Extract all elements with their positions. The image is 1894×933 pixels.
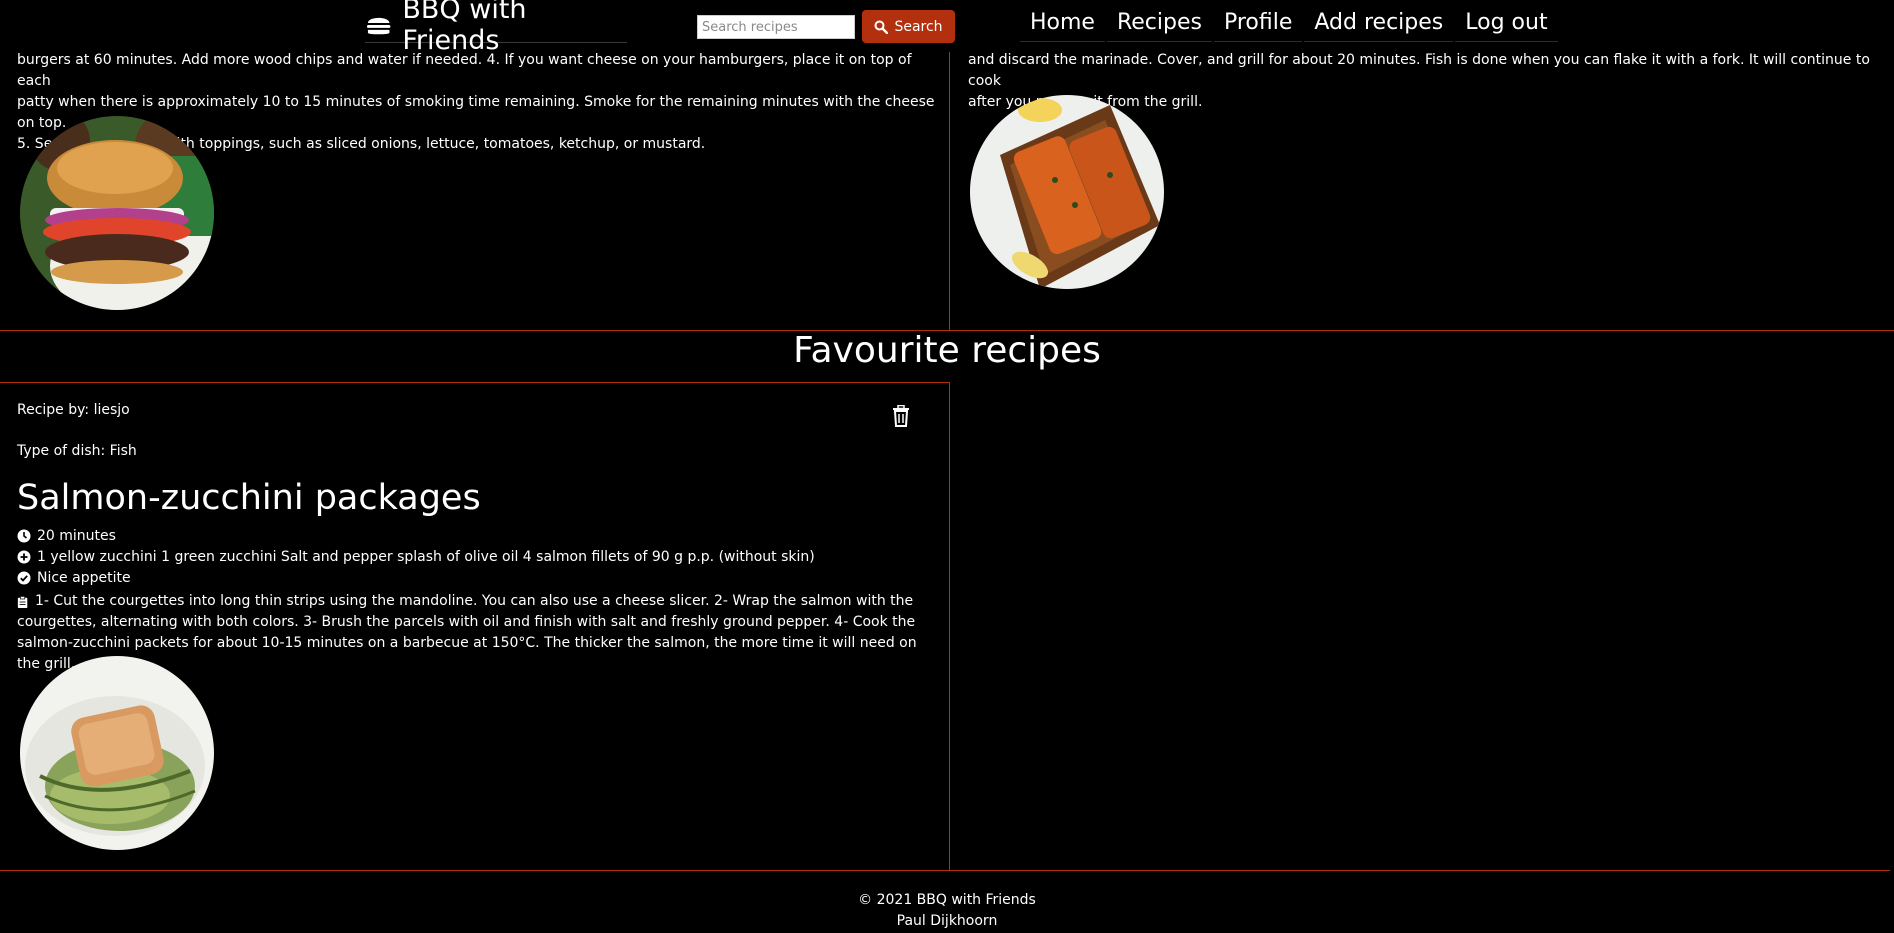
fav-card-right-border: [949, 382, 950, 871]
recipe-ingredients: 1 yellow zucchini 1 green zucchini Salt …: [17, 549, 815, 565]
search-button-label: Search: [894, 18, 943, 35]
clock-icon: [17, 529, 31, 543]
brand-link[interactable]: BBQ with Friends: [365, 0, 627, 56]
fav-card-bottom-border: [0, 870, 1890, 871]
burger-icon: [366, 17, 391, 35]
recipe-title: Salmon-zucchini packages: [17, 478, 481, 518]
brand-title: BBQ with Friends: [402, 0, 527, 56]
clipboard-icon: [17, 595, 28, 608]
nav-recipes[interactable]: Recipes: [1106, 8, 1212, 42]
footer-copyright: © 2021 BBQ with Friends: [858, 892, 1036, 908]
search-button[interactable]: Search: [862, 10, 955, 43]
recipe-time: 20 minutes: [17, 528, 116, 544]
top-card-divider: [949, 52, 950, 331]
recipe-author: Recipe by: liesjo: [17, 402, 130, 418]
salmon-image: [20, 656, 214, 850]
nav-add-recipes[interactable]: Add recipes: [1304, 8, 1454, 42]
site-footer: © 2021 BBQ with Friends Paul Dijkhoorn: [0, 890, 1894, 932]
check-circle-icon: [17, 571, 31, 585]
recipe-closing: Nice appetite: [17, 570, 131, 586]
main-nav: Home Recipes Profile Add recipes Log out: [1020, 8, 1560, 42]
nav-home[interactable]: Home: [1020, 8, 1105, 42]
grilled-fish-image: [970, 95, 1164, 289]
recipe-steps: 1- Cut the courgettes into long thin str…: [17, 593, 917, 672]
burger-image: [20, 116, 214, 310]
site-header: BBQ with Friends Search Home Recipes Pro…: [0, 0, 1894, 56]
recipe-dish-type: Type of dish: Fish: [17, 443, 137, 459]
trash-icon[interactable]: [891, 405, 911, 427]
footer-author: Paul Dijkhoorn: [896, 913, 998, 929]
fav-card-top-border: [0, 382, 950, 383]
search-icon: [874, 20, 889, 34]
nav-profile[interactable]: Profile: [1213, 8, 1303, 42]
search-input[interactable]: [697, 15, 855, 39]
favourites-heading: Favourite recipes: [793, 330, 1101, 371]
nav-log-out[interactable]: Log out: [1455, 8, 1558, 42]
plus-circle-icon: [17, 550, 31, 564]
